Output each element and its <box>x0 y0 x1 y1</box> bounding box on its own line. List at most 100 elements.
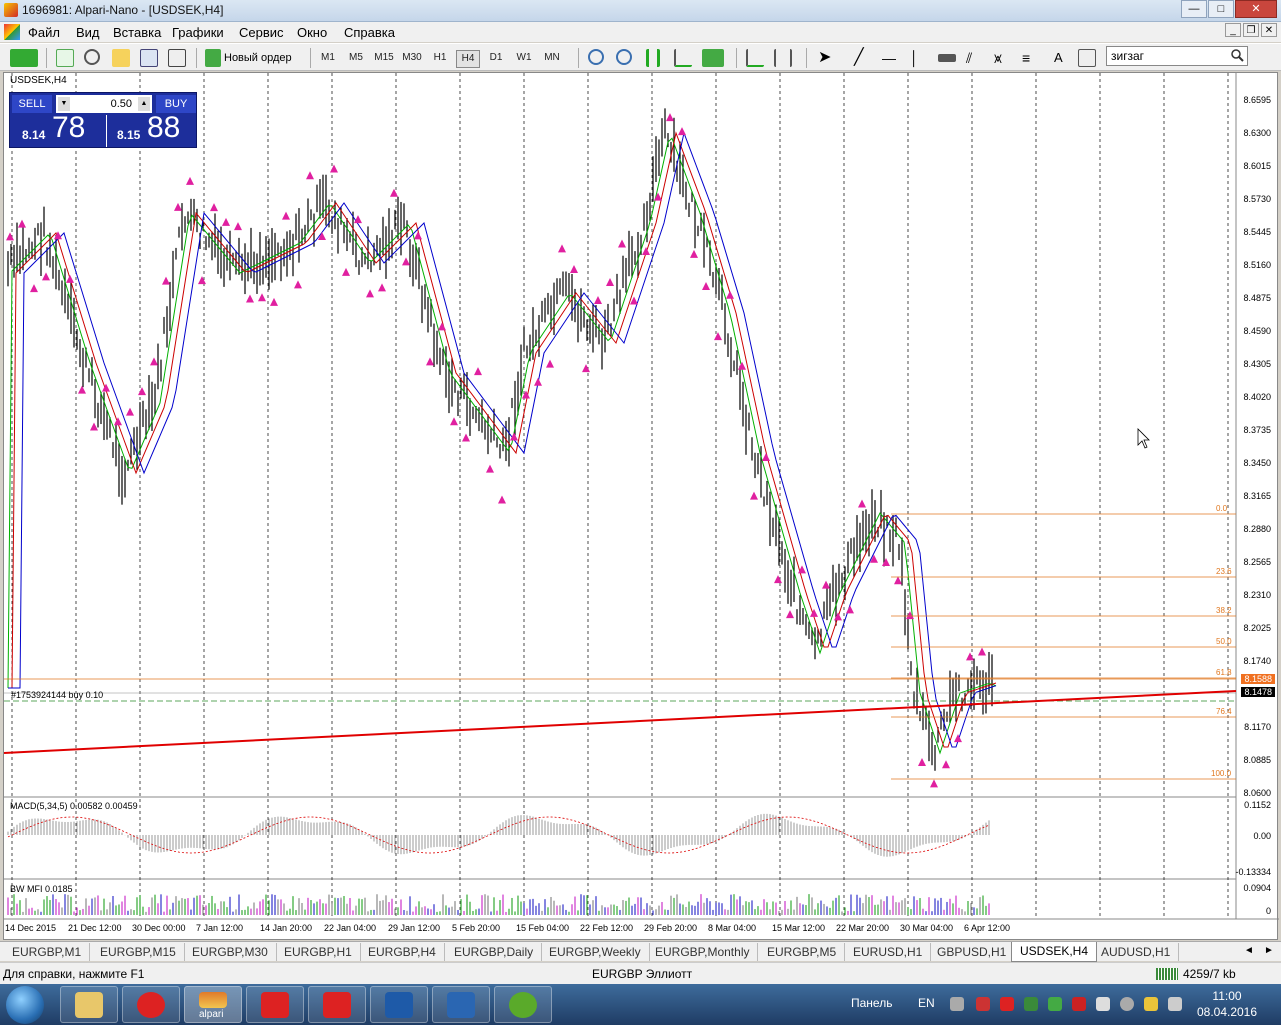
tray-tool-icon[interactable] <box>950 997 964 1011</box>
tray-app-icon[interactable] <box>976 997 990 1011</box>
taskbar-app-p[interactable] <box>370 986 428 1023</box>
price-chart[interactable] <box>4 73 1279 941</box>
tf-d1[interactable]: D1 <box>484 50 508 66</box>
chart-tab[interactable]: EURGBP,Daily <box>446 943 543 961</box>
tray-user-icon[interactable] <box>1144 997 1158 1011</box>
price-axis-label: 8.3735 <box>1243 425 1271 435</box>
search-icon[interactable] <box>1231 49 1244 62</box>
trendline-tool-icon[interactable]: ╱ <box>854 49 872 67</box>
tray-language[interactable]: EN <box>918 996 935 1010</box>
taskbar-utorrent[interactable] <box>494 986 552 1023</box>
label-tool-icon[interactable] <box>1078 49 1096 67</box>
tray-volume-icon[interactable] <box>1168 997 1182 1011</box>
taskbar-app-red-2[interactable] <box>308 986 366 1023</box>
menu-help[interactable]: Справка <box>344 25 395 40</box>
tab-scroll-left-icon[interactable]: ◄ <box>1244 945 1254 956</box>
maximize-button[interactable]: □ <box>1208 0 1234 18</box>
fibo-tool-icon[interactable]: ≡ <box>1022 49 1040 67</box>
chart-tab[interactable]: EURGBP,M1 <box>4 943 91 961</box>
tray-antivirus-icon[interactable] <box>1000 997 1014 1011</box>
new-order-icon[interactable] <box>205 49 221 67</box>
bar-chart-icon[interactable] <box>646 49 660 67</box>
new-chart-icon[interactable] <box>10 49 38 67</box>
menu-window[interactable]: Окно <box>297 25 327 40</box>
tab-scroll-right-icon[interactable]: ► <box>1264 945 1274 956</box>
chart-tab[interactable]: EURUSD,H1 <box>845 943 932 961</box>
tf-h4[interactable]: H4 <box>456 50 480 68</box>
buy-price[interactable]: 8.15 88 <box>106 111 198 147</box>
gann-tool-icon[interactable]: ⩙ <box>994 49 1012 67</box>
hline-tool-icon[interactable]: — <box>882 49 900 67</box>
lot-increase-icon[interactable]: ▲ <box>138 97 150 111</box>
navigator-icon[interactable] <box>112 49 130 67</box>
tray-shield-icon[interactable] <box>1024 997 1038 1011</box>
menu-charts[interactable]: Графики <box>172 25 224 40</box>
terminal-icon[interactable] <box>140 49 158 67</box>
profiles-icon[interactable] <box>56 49 74 67</box>
taskbar-opera[interactable] <box>122 986 180 1023</box>
lot-decrease-icon[interactable]: ▼ <box>58 97 70 111</box>
tf-m30[interactable]: M30 <box>400 50 424 66</box>
tf-m1[interactable]: M1 <box>316 50 340 66</box>
line-chart-icon[interactable] <box>674 49 692 67</box>
tf-w1[interactable]: W1 <box>512 50 536 66</box>
crosshair-icon[interactable] <box>84 49 100 65</box>
chart-tab[interactable]: EURGBP,M5 <box>759 943 846 961</box>
tray-clock[interactable]: 11:00 08.04.2016 <box>1196 988 1258 1020</box>
chart-tab[interactable]: EURGBP,H4 <box>360 943 445 961</box>
close-button[interactable]: ✕ <box>1235 0 1277 18</box>
status-profile[interactable]: EURGBP Эллиотт <box>592 967 692 981</box>
chart-window[interactable]: USDSEK,H4 SELL ▼ 0.50 ▲ BUY 8.14 78 8.15… <box>3 72 1279 941</box>
mdi-restore-button[interactable]: ❐ <box>1243 23 1259 37</box>
taskbar-explorer[interactable] <box>60 986 118 1023</box>
tray-settings-icon[interactable] <box>1120 997 1134 1011</box>
tray-c-icon[interactable] <box>1072 997 1086 1011</box>
tray-panel-label[interactable]: Панель <box>851 996 892 1010</box>
chart-shift-icon[interactable] <box>774 49 792 67</box>
taskbar-alpari[interactable]: alpari <box>184 986 242 1023</box>
autoscroll-icon[interactable] <box>746 49 764 67</box>
time-axis-label: 15 Feb 04:00 <box>516 923 570 933</box>
indicators-icon[interactable] <box>702 49 724 67</box>
mdi-minimize-button[interactable]: _ <box>1225 23 1241 37</box>
chart-tab[interactable]: EURGBP,Monthly <box>647 943 759 961</box>
channel-tool-icon[interactable]: ⫽ <box>966 49 984 67</box>
search-input[interactable]: зигзаг <box>1106 46 1248 66</box>
menu-service[interactable]: Сервис <box>239 25 284 40</box>
chart-tab[interactable]: EURGBP,M15 <box>92 943 185 961</box>
cursor-icon[interactable]: ➤ <box>818 49 836 67</box>
tray-network-icon[interactable] <box>1096 997 1110 1011</box>
sell-button[interactable]: SELL <box>12 95 52 113</box>
chart-tab[interactable]: AUDUSD,H1 <box>1093 943 1180 961</box>
chart-tab[interactable]: EURGBP,M30 <box>184 943 277 961</box>
chart-tab[interactable]: EURGBP,Weekly <box>541 943 650 961</box>
taskbar-app-red-1[interactable] <box>246 986 304 1023</box>
menu-view[interactable]: Вид <box>76 25 100 40</box>
new-order-button[interactable]: Новый ордер <box>224 48 292 68</box>
tf-mn[interactable]: MN <box>540 50 564 66</box>
tf-m5[interactable]: M5 <box>344 50 368 66</box>
menu-insert[interactable]: Вставка <box>113 25 161 40</box>
zigzag-arrow <box>594 295 602 304</box>
text-tool-button[interactable]: A <box>1054 48 1063 68</box>
menu-file[interactable]: Файл <box>28 25 60 40</box>
rectangle-tool-icon[interactable] <box>938 54 956 62</box>
zoom-out-icon[interactable] <box>616 49 632 65</box>
vline-tool-icon[interactable]: │ <box>910 49 928 67</box>
chart-window-icon[interactable] <box>4 24 20 40</box>
chart-tab[interactable]: GBPUSD,H1 <box>929 943 1016 961</box>
zoom-in-icon[interactable] <box>588 49 604 65</box>
tf-h1[interactable]: H1 <box>428 50 452 66</box>
taskbar-app-chart[interactable] <box>432 986 490 1023</box>
chart-tab[interactable]: EURGBP,H1 <box>276 943 361 961</box>
minimize-button[interactable]: — <box>1181 0 1207 18</box>
order-line-label[interactable]: #1753924144 buy 0.10 <box>11 690 103 700</box>
sell-price[interactable]: 8.14 78 <box>12 111 104 147</box>
status-connection[interactable]: 4259/7 kb <box>1183 967 1236 981</box>
chart-tab-active[interactable]: USDSEK,H4 <box>1011 942 1098 962</box>
start-button[interactable] <box>6 986 44 1024</box>
tf-m15[interactable]: M15 <box>372 50 396 66</box>
tester-icon[interactable] <box>168 49 186 67</box>
mdi-close-button[interactable]: ✕ <box>1261 23 1277 37</box>
tray-update-icon[interactable] <box>1048 997 1062 1011</box>
